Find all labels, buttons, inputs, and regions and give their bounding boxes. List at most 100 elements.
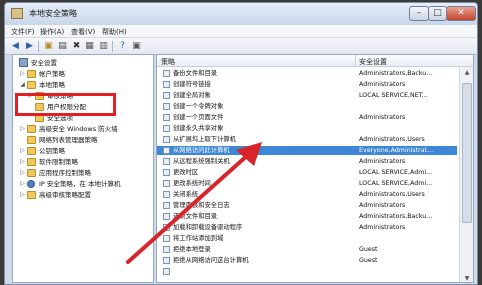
table-row[interactable]: 拒绝本地登录 Guest — [157, 245, 457, 254]
policy-name: 从网络访问此计算机 — [173, 147, 230, 154]
policy-icon — [163, 92, 170, 99]
expand-arrow-icon[interactable]: ▷ — [19, 190, 26, 200]
table-row[interactable]: 拒绝从网络访问这台计算机 Guest — [157, 256, 457, 265]
folder-icon — [27, 70, 36, 78]
policy-icon — [163, 103, 170, 110]
vertical-scrollbar[interactable]: ▲ ▼ — [459, 67, 473, 282]
maximize-button[interactable]: □ — [428, 6, 447, 21]
policy-name: 还原文件和目录 — [173, 213, 218, 220]
up-folder-icon[interactable]: ▣ — [42, 40, 55, 52]
folder-icon — [27, 147, 36, 155]
folder-icon — [27, 191, 36, 199]
policy-icon — [163, 268, 170, 275]
app-icon — [11, 8, 23, 19]
scroll-down-icon[interactable]: ▼ — [462, 274, 472, 282]
folder-icon — [27, 169, 36, 177]
toolbar-separator — [38, 41, 39, 52]
expand-arrow-icon[interactable]: ▷ — [19, 146, 26, 156]
title-bar: 本地安全策略 – □ ✕ — [5, 3, 477, 25]
scroll-thumb[interactable] — [462, 83, 472, 223]
tree-pane: 安全设置 ▷ 帐户策略 ◢ 本地策略 ▷ 审核策略 用户权限分配 安全选项 ▷ 高级安全 Wind… — [12, 54, 154, 283]
policy-setting: Administrators,Users — [359, 136, 425, 143]
scroll-up-icon[interactable]: ▲ — [462, 68, 472, 77]
close-button[interactable]: ✕ — [446, 6, 476, 21]
tree-item-label: 本地策略 — [39, 81, 65, 89]
table-row[interactable]: 创建一个页面文件 Administrators — [157, 113, 457, 122]
toolbar-separator — [112, 41, 113, 52]
policy-name: 关闭系统 — [173, 191, 199, 198]
policy-name: 创建符号链接 — [173, 81, 211, 88]
policy-icon — [163, 257, 170, 264]
policy-icon — [163, 125, 170, 132]
properties-icon[interactable]: ▦ — [83, 40, 96, 52]
policy-setting: LOCAL SERVICE,NET... — [359, 92, 428, 99]
policy-name: 更改时区 — [173, 169, 199, 176]
table-row[interactable]: 更改时区 LOCAL SERVICE,Admi... — [157, 168, 457, 177]
table-row[interactable] — [157, 267, 457, 276]
policy-name: 更改系统时间 — [173, 180, 211, 187]
table-row[interactable]: 创建永久共享对象 — [157, 124, 457, 133]
policy-icon — [163, 147, 170, 154]
expand-arrow-icon[interactable]: ▷ — [19, 168, 26, 178]
table-row[interactable]: 从网络访问此计算机 Everyone,Administrat... — [157, 146, 457, 155]
tree-root-label: 安全设置 — [31, 59, 57, 67]
policy-icon — [163, 136, 170, 143]
policy-icon — [163, 70, 170, 77]
policy-list: 策略 安全设置 备份文件和目录 Administrators,Backu... 创建… — [156, 54, 474, 283]
table-row[interactable]: 备份文件和目录 Administrators,Backu... — [157, 69, 457, 78]
column-separator — [355, 55, 356, 67]
list-header: 策略 安全设置 — [157, 55, 473, 67]
expand-arrow-icon[interactable]: ▷ — [19, 157, 26, 167]
folder-open-icon — [27, 81, 36, 89]
policy-setting: Administrators,Users — [359, 191, 425, 198]
show-tree-icon[interactable]: ▤ — [56, 40, 69, 52]
table-row[interactable]: 将工作站添加到域 — [157, 234, 457, 243]
menu-help[interactable]: 帮助(H) — [102, 27, 127, 37]
policy-name: 创建一个页面文件 — [173, 114, 224, 121]
table-row[interactable]: 更改系统时间 LOCAL SERVICE,Admi... — [157, 179, 457, 188]
expand-arrow-icon[interactable]: ◢ — [19, 80, 26, 90]
window-title: 本地安全策略 — [29, 9, 77, 18]
table-row[interactable]: 关闭系统 Administrators,Users — [157, 190, 457, 199]
policy-setting: Administrators — [359, 202, 406, 209]
menu-view[interactable]: 查看(V) — [71, 27, 95, 37]
table-row[interactable]: 管理审核和安全日志 Administrators — [157, 201, 457, 210]
table-row[interactable]: 还原文件和目录 Administrators,Backu... — [157, 212, 457, 221]
expand-arrow-icon[interactable]: ▷ — [19, 124, 26, 134]
table-row[interactable]: 创建一个令牌对象 — [157, 102, 457, 111]
help-icon[interactable]: ? — [116, 40, 129, 52]
view-icon[interactable]: ▣ — [130, 40, 143, 52]
policy-icon — [163, 224, 170, 231]
tree-item-label: 公钥策略 — [39, 147, 65, 155]
menu-action[interactable]: 操作(A) — [40, 27, 64, 37]
forward-arrow-icon[interactable]: ▶ — [23, 40, 36, 52]
expand-arrow-icon[interactable]: ▷ — [19, 179, 26, 189]
policy-name: 从远程系统强制关机 — [173, 158, 230, 165]
policy-name: 创建永久共享对象 — [173, 125, 224, 132]
table-row[interactable]: 加载和卸载设备驱动程序 Administrators — [157, 223, 457, 232]
table-row[interactable]: 从远程系统强制关机 Administrators — [157, 157, 457, 166]
minimize-button[interactable]: – — [409, 6, 429, 21]
highlight-box — [15, 93, 116, 116]
table-row[interactable]: 创建符号链接 Administrators — [157, 80, 457, 89]
column-setting[interactable]: 安全设置 — [359, 57, 387, 67]
policy-setting: Administrators,Backu... — [359, 70, 433, 77]
expand-arrow-icon[interactable]: ▷ — [19, 69, 26, 79]
policy-name: 从扩展坞上取下计算机 — [173, 136, 236, 143]
folder-icon — [27, 136, 36, 144]
back-arrow-icon[interactable]: ◀ — [9, 40, 22, 52]
table-row[interactable]: 从扩展坞上取下计算机 Administrators,Users — [157, 135, 457, 144]
tree-item-label: 应用程序控制策略 — [39, 169, 91, 177]
policy-setting: Guest — [359, 257, 378, 264]
policy-name: 管理审核和安全日志 — [173, 202, 230, 209]
table-row[interactable]: 创建全局对象 LOCAL SERVICE,NET... — [157, 91, 457, 100]
delete-icon[interactable]: ✖ — [70, 40, 83, 52]
policy-name: 创建全局对象 — [173, 92, 211, 99]
policy-name: 加载和卸载设备驱动程序 — [173, 224, 243, 231]
column-policy[interactable]: 策略 — [161, 57, 175, 67]
policy-name: 创建一个令牌对象 — [173, 103, 224, 110]
menu-file[interactable]: 文件(F) — [11, 27, 35, 37]
export-list-icon[interactable]: ▥ — [97, 40, 110, 52]
policy-name: 备份文件和目录 — [173, 70, 218, 77]
policy-name: 将工作站添加到域 — [173, 235, 224, 242]
